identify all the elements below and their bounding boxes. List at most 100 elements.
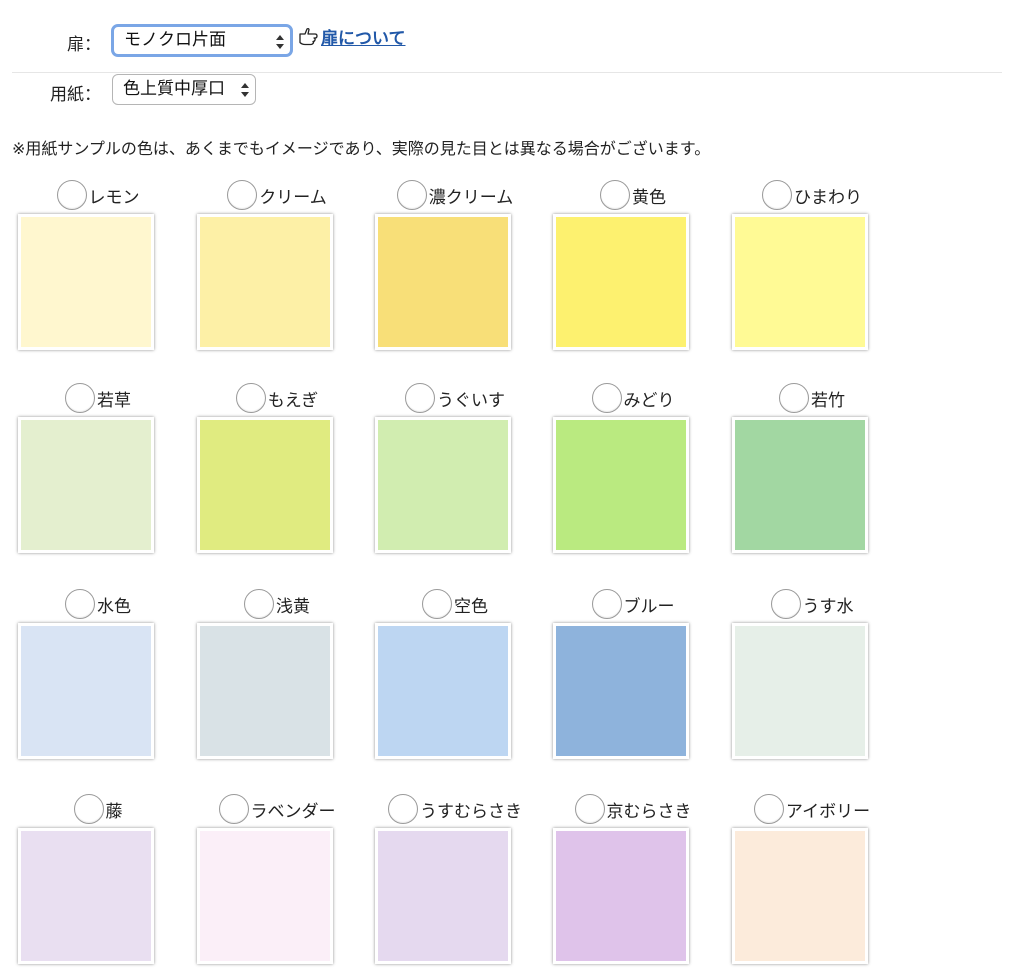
- swatch-name: レモン: [88, 187, 140, 208]
- color-swatch[interactable]: [732, 417, 868, 553]
- color-swatch[interactable]: [553, 623, 689, 759]
- swatch-option[interactable]: 空色: [375, 589, 535, 769]
- swatch-radio[interactable]: [65, 383, 95, 413]
- swatch-radio[interactable]: [753, 794, 784, 824]
- color-swatch[interactable]: [375, 417, 511, 553]
- swatch-label: うぐいす: [375, 383, 535, 415]
- swatch-radio[interactable]: [388, 794, 418, 824]
- swatch-radio[interactable]: [574, 794, 605, 824]
- swatch-option[interactable]: ブルー: [553, 589, 713, 769]
- swatch-label: 黄色: [553, 180, 713, 212]
- swatch-name: 空色: [454, 596, 488, 617]
- swatch-radio[interactable]: [422, 589, 452, 619]
- color-swatch[interactable]: [375, 623, 511, 759]
- color-swatch[interactable]: [375, 214, 511, 350]
- swatch-option[interactable]: うす水: [732, 589, 892, 769]
- swatch-radio[interactable]: [227, 180, 258, 210]
- swatch-name: 濃クリーム: [428, 187, 514, 208]
- color-swatch[interactable]: [18, 828, 154, 964]
- swatch-label: 濃クリーム: [375, 180, 535, 212]
- swatch-name: みどり: [623, 390, 675, 411]
- swatch-name: 水色: [97, 596, 131, 617]
- swatch-name: 若竹: [811, 390, 845, 411]
- swatch-option[interactable]: 藤: [18, 794, 178, 974]
- color-swatch[interactable]: [375, 828, 511, 964]
- swatch-option[interactable]: みどり: [553, 383, 713, 563]
- swatch-name: 京むらさき: [606, 801, 692, 822]
- swatch-label: レモン: [18, 180, 178, 212]
- swatch-option[interactable]: レモン: [18, 180, 178, 360]
- swatch-label: 若竹: [732, 383, 892, 415]
- color-swatch[interactable]: [197, 214, 333, 350]
- swatch-label: 若草: [18, 383, 178, 415]
- swatch-radio[interactable]: [405, 383, 435, 413]
- color-swatch[interactable]: [18, 214, 154, 350]
- swatch-label: クリーム: [197, 180, 357, 212]
- color-swatch[interactable]: [18, 417, 154, 553]
- swatch-label: 藤: [18, 794, 178, 826]
- swatch-radio[interactable]: [779, 383, 809, 413]
- swatch-label: 空色: [375, 589, 535, 621]
- swatch-option[interactable]: アイボリー: [732, 794, 892, 974]
- swatch-radio[interactable]: [762, 180, 792, 210]
- swatch-name: クリーム: [259, 187, 327, 208]
- swatch-option[interactable]: うすむらさき: [375, 794, 535, 974]
- swatch-name: 藤: [105, 801, 123, 822]
- color-swatch[interactable]: [197, 417, 333, 553]
- swatch-name: うぐいす: [437, 390, 505, 411]
- swatch-name: アイボリー: [785, 801, 871, 822]
- swatch-label: ラベンダー: [197, 794, 357, 826]
- swatch-label: ブルー: [553, 589, 713, 621]
- swatch-option[interactable]: もえぎ: [197, 383, 357, 563]
- color-swatch[interactable]: [732, 214, 868, 350]
- swatch-name: うす水: [802, 596, 854, 617]
- swatch-radio[interactable]: [770, 589, 801, 619]
- swatch-label: うす水: [732, 589, 892, 621]
- swatch-option[interactable]: 濃クリーム: [375, 180, 535, 360]
- swatch-radio[interactable]: [244, 589, 274, 619]
- swatch-option[interactable]: ラベンダー: [197, 794, 357, 974]
- swatch-option[interactable]: うぐいす: [375, 383, 535, 563]
- swatch-radio[interactable]: [56, 180, 87, 210]
- swatch-name: 黄色: [632, 187, 666, 208]
- swatch-radio[interactable]: [65, 589, 95, 619]
- paper-color-grid: レモン クリーム 濃クリーム 黄色 ひまわり若草 もえぎ うぐいす みどり 若竹水色 浅黄 空色 ブル…: [0, 0, 1024, 964]
- color-swatch[interactable]: [197, 623, 333, 759]
- swatch-option[interactable]: 若竹: [732, 383, 892, 563]
- swatch-option[interactable]: ひまわり: [732, 180, 892, 360]
- swatch-option[interactable]: クリーム: [197, 180, 357, 360]
- swatch-radio[interactable]: [591, 589, 622, 619]
- color-swatch[interactable]: [553, 417, 689, 553]
- color-swatch[interactable]: [18, 623, 154, 759]
- swatch-radio[interactable]: [396, 180, 427, 210]
- swatch-option[interactable]: 浅黄: [197, 589, 357, 769]
- swatch-radio[interactable]: [600, 180, 630, 210]
- swatch-name: うすむらさき: [420, 801, 522, 822]
- swatch-option[interactable]: 水色: [18, 589, 178, 769]
- swatch-name: 浅黄: [276, 596, 310, 617]
- swatch-radio[interactable]: [73, 794, 104, 824]
- swatch-label: アイボリー: [732, 794, 892, 826]
- swatch-label: もえぎ: [197, 383, 357, 415]
- swatch-name: ラベンダー: [250, 801, 336, 822]
- swatch-name: 若草: [97, 390, 131, 411]
- swatch-label: ひまわり: [732, 180, 892, 212]
- swatch-name: ブルー: [623, 596, 675, 617]
- swatch-radio[interactable]: [218, 794, 249, 824]
- swatch-option[interactable]: 黄色: [553, 180, 713, 360]
- swatch-option[interactable]: 京むらさき: [553, 794, 713, 974]
- swatch-label: みどり: [553, 383, 713, 415]
- swatch-radio[interactable]: [591, 383, 622, 413]
- swatch-radio[interactable]: [235, 383, 266, 413]
- swatch-label: 浅黄: [197, 589, 357, 621]
- color-swatch[interactable]: [197, 828, 333, 964]
- color-swatch[interactable]: [732, 828, 868, 964]
- color-swatch[interactable]: [732, 623, 868, 759]
- color-swatch[interactable]: [553, 214, 689, 350]
- swatch-label: うすむらさき: [375, 794, 535, 826]
- swatch-option[interactable]: 若草: [18, 383, 178, 563]
- swatch-label: 京むらさき: [553, 794, 713, 826]
- color-swatch[interactable]: [553, 828, 689, 964]
- swatch-name: ひまわり: [794, 187, 862, 208]
- swatch-label: 水色: [18, 589, 178, 621]
